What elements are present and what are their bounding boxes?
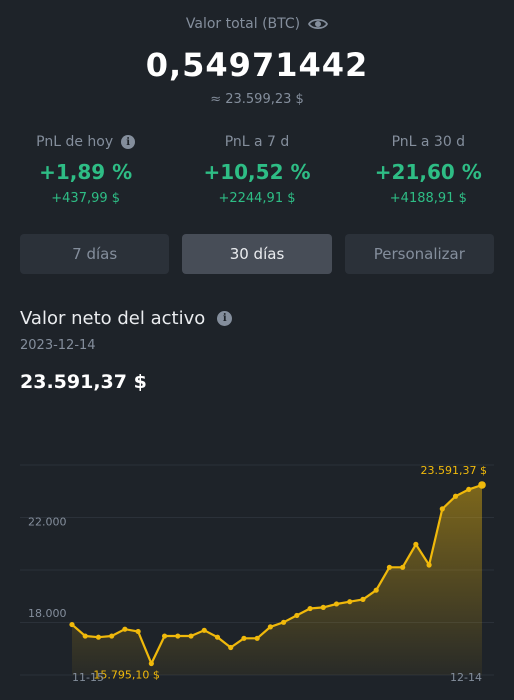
pnl-today-percent: +1,89 % [39, 160, 133, 184]
pnl-30d-percent: +21,60 % [374, 160, 482, 184]
chart-point [360, 596, 366, 602]
chart-point [267, 624, 273, 630]
chart-point [386, 564, 393, 570]
chart-point [373, 587, 379, 593]
chart-point [228, 644, 234, 651]
x-axis-start-label: 11-15 [72, 671, 104, 684]
pnl-7d: PnL a 7 d +10,52 % +2244,91 $ [171, 133, 342, 206]
pnl-30d-amount: +4188,91 $ [389, 191, 467, 206]
chart-area [72, 485, 482, 675]
chart-point [413, 541, 419, 547]
chart-point [175, 633, 181, 639]
chart-point [320, 604, 326, 610]
total-value: 0,54971442 [145, 46, 369, 84]
total-value-label: Valor total (BTC) [185, 16, 301, 32]
net-value-title: Valor neto del activo [20, 308, 206, 329]
chart-point [82, 633, 88, 639]
total-fiat-value: ≈ 23.599,23 $ [210, 92, 304, 107]
chart-point [148, 660, 154, 667]
chart-point [347, 599, 353, 605]
chart-point [69, 621, 75, 628]
pnl-row: PnL de hoy i +1,89 % +437,99 $ PnL a 7 d… [0, 133, 514, 206]
net-value-chart[interactable]: 22.00018.000 23.591,37 $15.795,10 $11-15… [0, 445, 514, 700]
pnl-7d-percent: +10,52 % [203, 160, 311, 184]
chart-point [188, 633, 194, 639]
pnl-7d-label: PnL a 7 d [224, 134, 290, 150]
chart-point [161, 633, 168, 639]
chart-point [109, 633, 115, 639]
pnl-30d: PnL a 30 d +21,60 % +4188,91 $ [343, 133, 514, 206]
range-selector: 7 días 30 días Personalizar [0, 234, 514, 274]
pnl-today: PnL de hoy i +1,89 % +437,99 $ [0, 133, 171, 206]
range-custom-button[interactable]: Personalizar [344, 234, 494, 274]
chart-point [439, 506, 445, 512]
chart-point [333, 601, 340, 607]
pnl-today-label: PnL de hoy [36, 134, 114, 150]
chart-point [452, 493, 459, 499]
info-icon[interactable]: i [217, 311, 233, 326]
chart-point [214, 634, 221, 640]
header: Valor total (BTC) 0,54971442 ≈ 23.599,23… [0, 0, 514, 107]
chart-point [241, 635, 247, 641]
range-30d-button[interactable]: 30 días [182, 234, 332, 274]
y-axis-tick-label: 22.000 [28, 515, 67, 528]
y-axis-tick-label: 18.000 [28, 607, 67, 620]
chart-point [95, 634, 102, 640]
chart-point [426, 562, 432, 568]
chart-point [478, 481, 486, 489]
chart-point [281, 619, 287, 625]
chart-point [466, 486, 472, 492]
chart-point [400, 564, 406, 570]
net-value-date: 2023-12-14 [20, 338, 96, 353]
chart-point [294, 612, 300, 619]
range-7d-button[interactable]: 7 días [20, 234, 170, 274]
total-value-label-row: Valor total (BTC) [0, 14, 514, 34]
pnl-30d-label: PnL a 30 d [391, 134, 466, 150]
pnl-today-amount: +437,99 $ [51, 191, 121, 206]
chart-point [201, 627, 207, 633]
eye-icon[interactable] [308, 17, 329, 31]
chart-point [122, 626, 128, 632]
net-value-title-row: Valor neto del activo i [0, 308, 514, 329]
chart-point [135, 628, 141, 635]
x-axis-end-label: 12-14 [450, 671, 482, 684]
net-value-amount: 23.591,37 $ [20, 371, 147, 393]
pnl-7d-amount: +2244,91 $ [218, 191, 296, 206]
info-icon[interactable]: i [121, 135, 136, 149]
chart-point [254, 635, 260, 641]
chart-max-label: 23.591,37 $ [421, 464, 487, 477]
chart-point [307, 605, 313, 612]
